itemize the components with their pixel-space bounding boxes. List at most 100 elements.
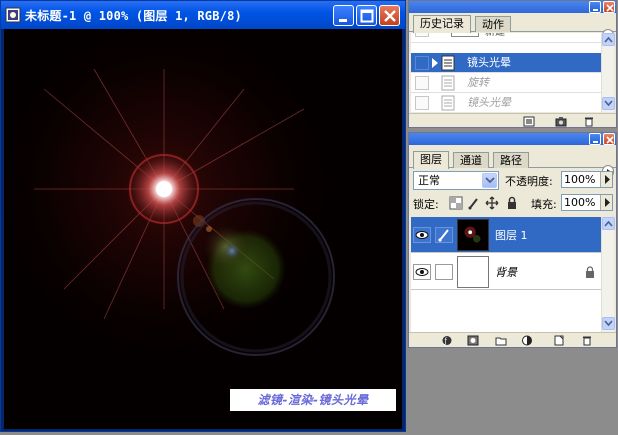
history-source-checkbox[interactable]: [415, 56, 429, 70]
layer-name: 图层 1: [495, 229, 528, 242]
layer-visibility-toggle[interactable]: [413, 264, 431, 280]
opacity-input[interactable]: 100%: [561, 171, 613, 188]
history-snapshot-row[interactable]: 新建: [411, 33, 601, 43]
fill-value: 100%: [564, 196, 596, 209]
chevron-up-icon: [604, 36, 613, 43]
new-group-folder-icon[interactable]: [495, 335, 507, 346]
opacity-slider-button[interactable]: [600, 172, 612, 187]
history-item-lens-flare-2[interactable]: 镜头光晕: [411, 93, 601, 112]
camera-snapshot-icon[interactable]: [555, 116, 567, 127]
close-icon: [606, 4, 614, 12]
brush-icon: [438, 229, 449, 242]
history-panel: 历史记录 动作 新建 镜头光晕 旋转: [408, 0, 617, 128]
history-item-rotate[interactable]: 旋转: [411, 73, 601, 93]
history-item-lens-flare[interactable]: 镜头光晕: [411, 53, 601, 73]
adjustment-layer-icon[interactable]: [521, 335, 533, 346]
document-titlebar[interactable]: 未标题-1 @ 100% (图层 1, RGB/8): [1, 1, 405, 29]
close-icon: [384, 10, 396, 22]
layers-panel: 图层 通道 路径 正常 不透明度: 100% 锁定: 填充: 100% 图层 1…: [408, 132, 617, 348]
history-list[interactable]: 新建 镜头光晕 旋转 镜头光晕: [411, 33, 601, 112]
fill-label: 填充:: [531, 198, 557, 211]
eye-icon: [415, 268, 429, 276]
layers-list[interactable]: 图层 1 背景: [411, 217, 601, 332]
layers-minimize-button[interactable]: [589, 133, 601, 145]
history-minimize-button[interactable]: [589, 1, 601, 13]
tab-paths[interactable]: 路径: [493, 152, 529, 168]
minimize-button[interactable]: [333, 5, 354, 26]
history-step-icon: [441, 55, 455, 71]
layer-row-layer1[interactable]: 图层 1: [411, 217, 601, 253]
scroll-down-button[interactable]: [602, 317, 615, 330]
lock-position-move-icon[interactable]: [485, 196, 499, 210]
watermark-caption: 滤镜-渲染-镜头光晕: [230, 389, 396, 411]
history-scrollbar[interactable]: [601, 33, 615, 112]
tab-actions[interactable]: 动作: [475, 16, 511, 32]
close-button[interactable]: [379, 5, 400, 26]
layers-close-button[interactable]: [603, 133, 615, 145]
opacity-label: 不透明度:: [505, 175, 553, 188]
minimize-icon: [593, 141, 598, 143]
tab-layers[interactable]: 图层: [413, 151, 449, 169]
history-snapshot-label: 新建: [485, 33, 505, 41]
layer-thumbnail: [457, 256, 489, 288]
history-source-checkbox[interactable]: [415, 76, 429, 90]
history-item-label: 旋转: [467, 76, 489, 89]
lock-label: 锁定:: [413, 198, 439, 211]
blend-mode-dropdown[interactable]: 正常: [413, 171, 499, 190]
chevron-down-icon: [604, 320, 613, 327]
layer-link-toggle[interactable]: [435, 227, 453, 243]
history-source-checkbox[interactable]: [415, 33, 429, 37]
history-state-marker-icon: [432, 58, 438, 68]
blend-mode-value: 正常: [418, 174, 440, 187]
scroll-down-button[interactable]: [602, 97, 615, 110]
maximize-button[interactable]: [356, 5, 377, 26]
snapshot-thumbnail: [451, 33, 479, 37]
fill-input[interactable]: 100%: [561, 194, 613, 211]
layer-thumbnail: [457, 219, 489, 251]
scroll-up-button[interactable]: [602, 33, 615, 46]
desktop: 未标题-1 @ 100% (图层 1, RGB/8) 滤镜-渲染-镜头光晕 历史…: [0, 0, 618, 435]
new-layer-icon[interactable]: [553, 335, 565, 346]
blend-mode-dropdown-button[interactable]: [482, 173, 497, 188]
scroll-up-button[interactable]: [602, 217, 615, 230]
trash-icon[interactable]: [583, 116, 595, 127]
add-layer-mask-icon[interactable]: [467, 335, 479, 346]
history-tabs: 历史记录 动作: [409, 14, 616, 42]
minimize-icon: [339, 19, 347, 22]
svg-text:ƒ: ƒ: [444, 337, 448, 345]
layers-panel-titlebar[interactable]: [409, 133, 616, 145]
layer-style-fx-icon[interactable]: ƒ: [441, 335, 453, 346]
maximize-icon: [360, 9, 374, 23]
layer-row-background[interactable]: 背景: [411, 254, 601, 290]
lens-flare-image: [4, 29, 402, 429]
trash-icon[interactable]: [581, 335, 593, 346]
layers-bottom-toolbar: ƒ: [409, 332, 616, 347]
lock-image-pixels-brush-icon[interactable]: [467, 196, 481, 210]
history-bottom-toolbar: [409, 113, 616, 128]
image-canvas[interactable]: 滤镜-渲染-镜头光晕: [4, 29, 402, 429]
layer-link-toggle[interactable]: [435, 264, 453, 280]
minimize-icon: [593, 9, 598, 11]
history-item-label: 镜头光晕: [467, 96, 511, 109]
photoshop-document-icon: [5, 7, 21, 23]
layer-name: 背景: [495, 266, 517, 279]
fill-slider-button[interactable]: [600, 195, 612, 210]
new-document-from-state-icon[interactable]: [523, 116, 535, 127]
layer-visibility-toggle[interactable]: [413, 227, 431, 243]
tab-channels[interactable]: 通道: [453, 152, 489, 168]
eye-icon: [415, 231, 429, 239]
opacity-value: 100%: [564, 173, 596, 186]
history-panel-titlebar[interactable]: [409, 1, 616, 13]
triangle-right-icon: [605, 175, 610, 184]
history-step-icon: [441, 95, 455, 111]
history-source-checkbox[interactable]: [415, 96, 429, 110]
document-window: 未标题-1 @ 100% (图层 1, RGB/8) 滤镜-渲染-镜头光晕: [0, 0, 406, 432]
layers-tabs: 图层 通道 路径: [409, 150, 616, 178]
triangle-right-icon: [605, 198, 610, 207]
tab-history[interactable]: 历史记录: [413, 15, 471, 33]
layers-scrollbar[interactable]: [601, 217, 615, 332]
lock-all-icon[interactable]: [505, 196, 519, 210]
chevron-down-icon: [604, 100, 613, 107]
lock-transparent-pixels-icon[interactable]: [449, 196, 463, 210]
history-close-button[interactable]: [603, 1, 615, 13]
